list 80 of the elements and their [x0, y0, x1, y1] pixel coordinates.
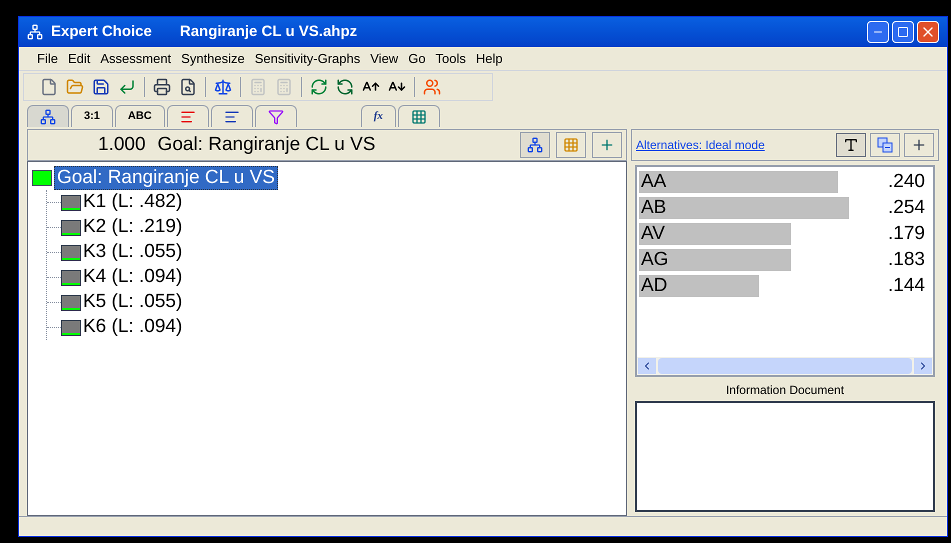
scroll-right-icon[interactable] [914, 358, 932, 374]
view-tab[interactable] [254, 105, 297, 127]
floppy-icon [92, 78, 110, 96]
font-icon [843, 137, 859, 153]
view-tab[interactable]: fx [360, 105, 396, 127]
hierarchy-icon [527, 137, 543, 153]
enter-arrow-icon [118, 78, 136, 96]
nodes-button[interactable] [556, 132, 586, 158]
menu-item[interactable]: Edit [68, 48, 90, 68]
node-priority-icon [61, 320, 81, 336]
alternative-name: AV [640, 222, 665, 246]
node-priority-icon [61, 194, 81, 210]
document-title: Rangiranje CL u VS.ahpz [180, 22, 358, 42]
calculator-icon [249, 78, 267, 96]
menu-item[interactable]: Tools [436, 48, 466, 68]
grid-icon [410, 108, 427, 124]
font-button[interactable] [836, 133, 866, 157]
horizontal-scrollbar[interactable] [637, 357, 933, 375]
view-tab[interactable]: ABC [114, 105, 165, 127]
collapse-icon [877, 137, 893, 153]
tree-node[interactable]: Goal: Rangiranje CL u VS [54, 166, 278, 190]
node-priority-icon [61, 294, 81, 310]
view-tab[interactable] [27, 105, 69, 127]
close-button[interactable] [917, 21, 939, 43]
folder-icon [66, 78, 84, 96]
menu-item[interactable]: Sensitivity-Graphs [254, 48, 360, 68]
scroll-left-icon[interactable] [638, 358, 656, 374]
view-tab[interactable] [166, 105, 209, 127]
scroll-thumb[interactable] [658, 358, 912, 374]
goal-node-icon [32, 170, 52, 186]
funnel-icon [268, 108, 284, 124]
menu-item[interactable]: Synthesize [181, 48, 245, 68]
node-priority-icon [61, 220, 81, 236]
alternative-name: AB [640, 196, 666, 220]
info-document-field[interactable] [635, 401, 935, 512]
scale-icon [214, 78, 232, 96]
app-title: Expert Choice [51, 22, 152, 42]
hierarchy-icon [40, 108, 56, 124]
goal-header-title: Goal: Rangiranje CL u VS [158, 132, 376, 157]
alternative-name: AA [640, 170, 666, 194]
minimize-button[interactable] [867, 21, 889, 43]
menu-item[interactable]: Help [476, 48, 503, 68]
info-document-label: Information Document [724, 382, 846, 399]
magnifier-page-icon [179, 78, 197, 96]
refresh-icon [310, 78, 328, 96]
node-priority-icon [61, 270, 81, 286]
refresh-icon [336, 78, 354, 96]
alternative-name: AG [640, 248, 668, 272]
menu-item[interactable]: File [37, 48, 58, 68]
maximize-icon [897, 26, 909, 38]
menu-item[interactable]: Assessment [100, 48, 172, 68]
bar-chart-icon [180, 108, 196, 124]
menu-item[interactable]: Go [408, 48, 426, 68]
printer-icon [153, 78, 171, 96]
grid-icon [563, 137, 579, 153]
maximize-button[interactable] [892, 21, 914, 43]
view-tab[interactable] [398, 105, 440, 127]
toolbar-button[interactable] [151, 76, 173, 98]
edit-button[interactable] [592, 132, 622, 158]
alternative-value: .183 [888, 248, 926, 272]
view-tab[interactable] [210, 105, 253, 127]
plus-icon [599, 137, 615, 153]
add-font-button[interactable] [904, 133, 934, 157]
alternative-name: AD [640, 274, 668, 298]
alternative-value: .240 [888, 170, 926, 194]
goal-priority: 1.000 [98, 132, 146, 157]
alternative-value: .179 [888, 222, 926, 246]
plus-icon [911, 137, 927, 153]
alternative-value: .254 [888, 196, 926, 220]
menu-item[interactable]: View [370, 48, 398, 68]
calculator-icon [275, 78, 293, 96]
app-icon [27, 24, 43, 40]
view-tab[interactable]: 3:1 [71, 105, 113, 127]
collapse-button[interactable] [870, 133, 900, 157]
node-priority-icon [61, 244, 81, 260]
alternative-value: .144 [888, 274, 926, 298]
new-file-icon [40, 78, 58, 96]
lines-icon [224, 108, 240, 124]
tree-view-button[interactable] [520, 132, 550, 158]
users-icon [423, 78, 441, 96]
